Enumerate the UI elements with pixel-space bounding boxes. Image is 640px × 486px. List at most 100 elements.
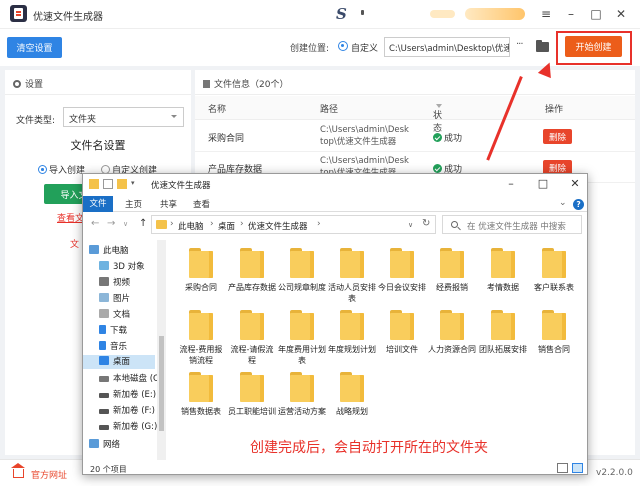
nav-volume-f[interactable]: 新加卷 (F:) <box>99 404 155 418</box>
tab-home[interactable]: 主页 <box>125 198 142 210</box>
minimize-icon[interactable]: – <box>501 177 521 190</box>
tab-file[interactable]: 文件 <box>83 196 113 212</box>
folder-item[interactable]: 活动人员安排表 <box>327 248 377 304</box>
breadcrumb-item[interactable]: 优速文件生成器 <box>248 220 308 232</box>
nav-downloads[interactable]: 下载 <box>99 324 127 338</box>
save-path-input[interactable]: C:\Users\admin\Desktop\优速 <box>384 37 510 57</box>
folder-item[interactable]: 今日会议安排 <box>377 248 427 293</box>
nav-local-disk-c[interactable]: 本地磁盘 (C <box>99 372 159 386</box>
address-row: ← → ∨ ↑ › 此电脑 › 桌面 › 优速文件生成器 › ∨ ↻ 在 优速文… <box>83 214 587 236</box>
drive-icon <box>99 376 109 382</box>
tab-view[interactable]: 查看 <box>193 198 210 210</box>
maximize-icon[interactable]: □ <box>587 5 605 23</box>
computer-icon <box>89 245 99 254</box>
folder-item[interactable]: 销售合同 <box>529 310 579 355</box>
file-info-header: 文件信息（20个） <box>195 70 635 95</box>
folder-item[interactable]: 客户联系表 <box>529 248 579 293</box>
file-type-select[interactable]: 文件夹 <box>63 107 184 127</box>
folder-item[interactable]: 人力资源合同 <box>427 310 477 355</box>
home-icon[interactable] <box>11 463 25 478</box>
nav-this-pc[interactable]: 此电脑 <box>89 244 129 258</box>
folder-item[interactable]: 采购合同 <box>176 248 226 293</box>
forward-icon[interactable]: → <box>107 218 115 229</box>
nav-documents[interactable]: 文档 <box>99 308 130 322</box>
folder-icon <box>338 372 366 402</box>
folder-item[interactable]: 流程-费用报销流程 <box>176 310 226 366</box>
up-icon[interactable]: ↑ <box>139 218 147 229</box>
nav-desktop[interactable]: 桌面 <box>83 355 155 369</box>
nav-pictures[interactable]: 图片 <box>99 292 130 306</box>
settings-header: 设置 <box>5 70 191 95</box>
quick-access-dropdown-icon[interactable]: ▾ <box>131 179 141 189</box>
delete-button[interactable]: 删除 <box>543 129 572 144</box>
more-icon[interactable]: ··· <box>516 39 523 50</box>
location-custom-radio[interactable] <box>338 41 348 51</box>
clear-settings-button[interactable]: 清空设置 <box>7 37 62 58</box>
vip-badge[interactable] <box>430 10 455 18</box>
folder-icon <box>388 248 416 278</box>
explorer-search-input[interactable]: 在 优速文件生成器 中搜索 <box>442 215 582 234</box>
folder-item[interactable]: 经费报销 <box>427 248 477 293</box>
file-type-label: 文件类型: <box>16 116 56 126</box>
back-icon[interactable]: ← <box>91 218 99 229</box>
folder-item[interactable]: 流程-请假流程 <box>227 310 277 366</box>
folder-item[interactable]: 年度规划计划 <box>327 310 377 355</box>
nav-3d-objects[interactable]: 3D 对象 <box>99 260 145 274</box>
minimize-icon[interactable]: – <box>562 5 580 23</box>
app-titlebar: 优速文件生成器 S ≡ – □ ✕ <box>0 0 640 28</box>
settings-note: 文 <box>70 240 80 250</box>
close-icon[interactable]: ✕ <box>565 177 585 190</box>
view-template-link[interactable]: 查看文 <box>57 211 84 224</box>
table-row: 采购合同 C:\Users\admin\Desktop\优速文件生成器 成功 删… <box>195 121 635 152</box>
nav-scrollbar[interactable] <box>157 240 166 460</box>
row-path: C:\Users\admin\Desktop\优速文件生成器 <box>320 125 409 147</box>
user-account-badge[interactable] <box>465 8 525 20</box>
location-custom-label[interactable]: 自定义 <box>351 41 378 54</box>
breadcrumb-item[interactable]: 桌面 <box>218 220 235 232</box>
version-label: v2.2.0.0 <box>596 468 633 478</box>
folder-item[interactable]: 员工职能培训 <box>227 372 277 417</box>
folder-item[interactable]: 考情数据 <box>478 248 528 293</box>
scrollbar-thumb[interactable] <box>159 336 164 431</box>
menu-icon[interactable]: ≡ <box>537 5 555 23</box>
nav-volume-e[interactable]: 新加卷 (E:) <box>99 388 156 402</box>
breadcrumb-item[interactable]: 此电脑 <box>178 220 204 232</box>
col-status[interactable]: 状态 <box>433 102 442 134</box>
folder-icon <box>489 248 517 278</box>
folder-icon <box>187 310 215 340</box>
recent-dropdown-icon[interactable]: ∨ <box>123 220 128 228</box>
folder-item[interactable]: 年度费用计划表 <box>277 310 327 366</box>
folder-item[interactable]: 战略规划 <box>327 372 377 417</box>
address-dropdown-icon[interactable]: ∨ <box>408 221 413 229</box>
nav-volume-g[interactable]: 新加卷 (G:) <box>99 420 157 434</box>
cube-icon <box>99 261 109 270</box>
close-icon[interactable]: ✕ <box>612 5 630 23</box>
open-folder-icon[interactable] <box>536 40 549 52</box>
official-site-link[interactable]: 官方网址 <box>31 468 67 481</box>
folder-item[interactable]: 公司规章制度 <box>277 248 327 293</box>
folder-item[interactable]: 销售数据表 <box>176 372 226 417</box>
folder-item[interactable]: 团队拓展安排 <box>478 310 528 355</box>
gear-icon <box>13 80 21 88</box>
folder-item[interactable]: 培训文件 <box>377 310 427 355</box>
folder-item[interactable]: 产品库存数据 <box>227 248 277 293</box>
nav-videos[interactable]: 视频 <box>99 276 130 290</box>
properties-icon[interactable] <box>103 179 113 189</box>
maximize-icon[interactable]: □ <box>533 177 553 190</box>
folder-icon <box>338 248 366 278</box>
import-create-option[interactable]: 导入创建 <box>38 163 85 176</box>
nav-network[interactable]: 网络 <box>89 438 120 452</box>
details-view-icon[interactable] <box>557 463 568 473</box>
refresh-icon[interactable]: ↻ <box>422 218 430 229</box>
nav-music[interactable]: 音乐 <box>99 340 127 354</box>
tab-share[interactable]: 共享 <box>160 198 177 210</box>
help-icon[interactable]: ? <box>573 199 584 210</box>
large-icons-view-icon[interactable] <box>572 463 583 473</box>
brand-s-icon: S <box>336 5 347 23</box>
folder-item[interactable]: 运营活动方案 <box>277 372 327 417</box>
download-icon <box>99 325 106 334</box>
start-create-button[interactable]: 开始创建 <box>565 36 622 57</box>
ribbon-expand-icon[interactable]: ⌄ <box>559 198 567 208</box>
new-folder-icon[interactable] <box>117 179 127 189</box>
address-bar[interactable]: › 此电脑 › 桌面 › 优速文件生成器 › ∨ ↻ <box>151 215 436 234</box>
